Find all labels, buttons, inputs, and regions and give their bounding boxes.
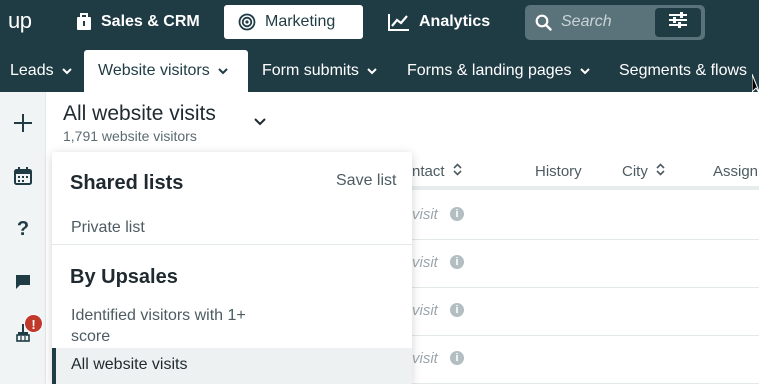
- visit-cell: visit: [412, 302, 438, 319]
- table-row[interactable]: visit i: [412, 240, 759, 288]
- tab-segments-flows-label: Segments & flows: [619, 62, 748, 79]
- chevron-down-icon: [61, 62, 72, 80]
- tab-website-visitors[interactable]: Website visitors: [84, 50, 248, 92]
- tab-leads[interactable]: Leads: [0, 50, 82, 92]
- all-website-visits-label: All website visits: [71, 356, 188, 373]
- save-list-button[interactable]: Save list: [336, 172, 396, 190]
- info-icon[interactable]: i: [450, 351, 464, 365]
- column-assigned-label: Assign: [713, 163, 759, 180]
- page-title[interactable]: All website visits: [63, 102, 216, 126]
- help-icon[interactable]: ?: [11, 217, 35, 241]
- table-header: ntact History City Assign: [412, 152, 759, 190]
- nav-analytics-label: Analytics: [419, 13, 491, 30]
- all-website-visits-item[interactable]: All website visits: [52, 348, 412, 384]
- visit-cell: visit: [412, 206, 438, 223]
- nav-sales-crm[interactable]: Sales & CRM: [62, 5, 214, 39]
- tab-forms-landing-pages[interactable]: Forms & landing pages: [397, 50, 600, 92]
- column-history-label: History: [535, 163, 582, 180]
- visit-cell: visit: [412, 254, 438, 271]
- mouse-cursor-icon: [751, 73, 759, 101]
- top-navigation: up Sales & CRM Marketing Analytics Searc…: [0, 0, 759, 44]
- chevron-down-icon[interactable]: [254, 113, 266, 131]
- sub-navigation-tabs: Leads Website visitors Form submits Form…: [0, 44, 759, 92]
- plus-icon[interactable]: [11, 111, 35, 135]
- by-upsales-heading: By Upsales: [70, 266, 178, 288]
- tab-segments-flows[interactable]: Segments & flows: [609, 50, 747, 92]
- visit-cell: visit: [412, 350, 438, 367]
- nav-marketing[interactable]: Marketing: [224, 5, 363, 39]
- chat-icon[interactable]: [11, 270, 35, 294]
- alert-badge: !: [24, 314, 43, 333]
- nav-marketing-label: Marketing: [265, 13, 336, 30]
- sort-icon: [656, 163, 665, 180]
- info-icon[interactable]: i: [450, 303, 464, 317]
- nav-sales-crm-label: Sales & CRM: [101, 13, 200, 30]
- app-logo[interactable]: up: [8, 8, 32, 34]
- column-city[interactable]: City: [622, 163, 665, 180]
- tab-form-submits-label: Form submits: [262, 62, 359, 79]
- sort-icon: [452, 163, 462, 180]
- tab-form-submits[interactable]: Form submits: [252, 50, 387, 92]
- info-icon[interactable]: i: [450, 207, 464, 221]
- column-history[interactable]: History: [535, 163, 582, 180]
- tab-website-visitors-label: Website visitors: [98, 62, 210, 79]
- chart-line-icon: [388, 13, 410, 31]
- chevron-down-icon: [218, 62, 228, 80]
- calendar-icon[interactable]: [11, 164, 35, 188]
- tab-forms-landing-pages-label: Forms & landing pages: [407, 62, 572, 79]
- tab-leads-label: Leads: [10, 62, 54, 79]
- visitor-count: 1,791 website visitors: [63, 128, 197, 144]
- chevron-down-icon: [367, 62, 377, 80]
- column-assigned[interactable]: Assign: [713, 163, 758, 180]
- table-row[interactable]: visit i: [412, 288, 759, 336]
- table-row[interactable]: visit i: [412, 336, 759, 384]
- private-list-item[interactable]: Private list: [71, 217, 281, 238]
- list-selector-dropdown: Shared lists Save list Private list By U…: [52, 152, 412, 384]
- search-box[interactable]: Search: [525, 5, 705, 40]
- divider: [52, 244, 412, 245]
- target-icon: [238, 13, 256, 31]
- chevron-down-icon: [579, 62, 590, 80]
- filter-sliders-button[interactable]: [655, 8, 701, 37]
- column-contact[interactable]: ntact: [412, 163, 462, 180]
- left-sidebar: ? !: [0, 92, 46, 384]
- sliders-icon: [668, 12, 688, 33]
- briefcase-icon: [76, 13, 92, 31]
- search-icon: [535, 14, 552, 36]
- info-icon[interactable]: i: [450, 255, 464, 269]
- search-input[interactable]: Search: [561, 13, 612, 31]
- column-contact-label: ntact: [412, 163, 445, 180]
- table-row[interactable]: visit i: [412, 192, 759, 240]
- nav-analytics[interactable]: Analytics: [374, 5, 504, 39]
- shared-lists-heading: Shared lists: [70, 172, 184, 194]
- identified-visitors-item[interactable]: Identified visitors with 1+ score: [71, 305, 281, 347]
- column-city-label: City: [622, 163, 648, 180]
